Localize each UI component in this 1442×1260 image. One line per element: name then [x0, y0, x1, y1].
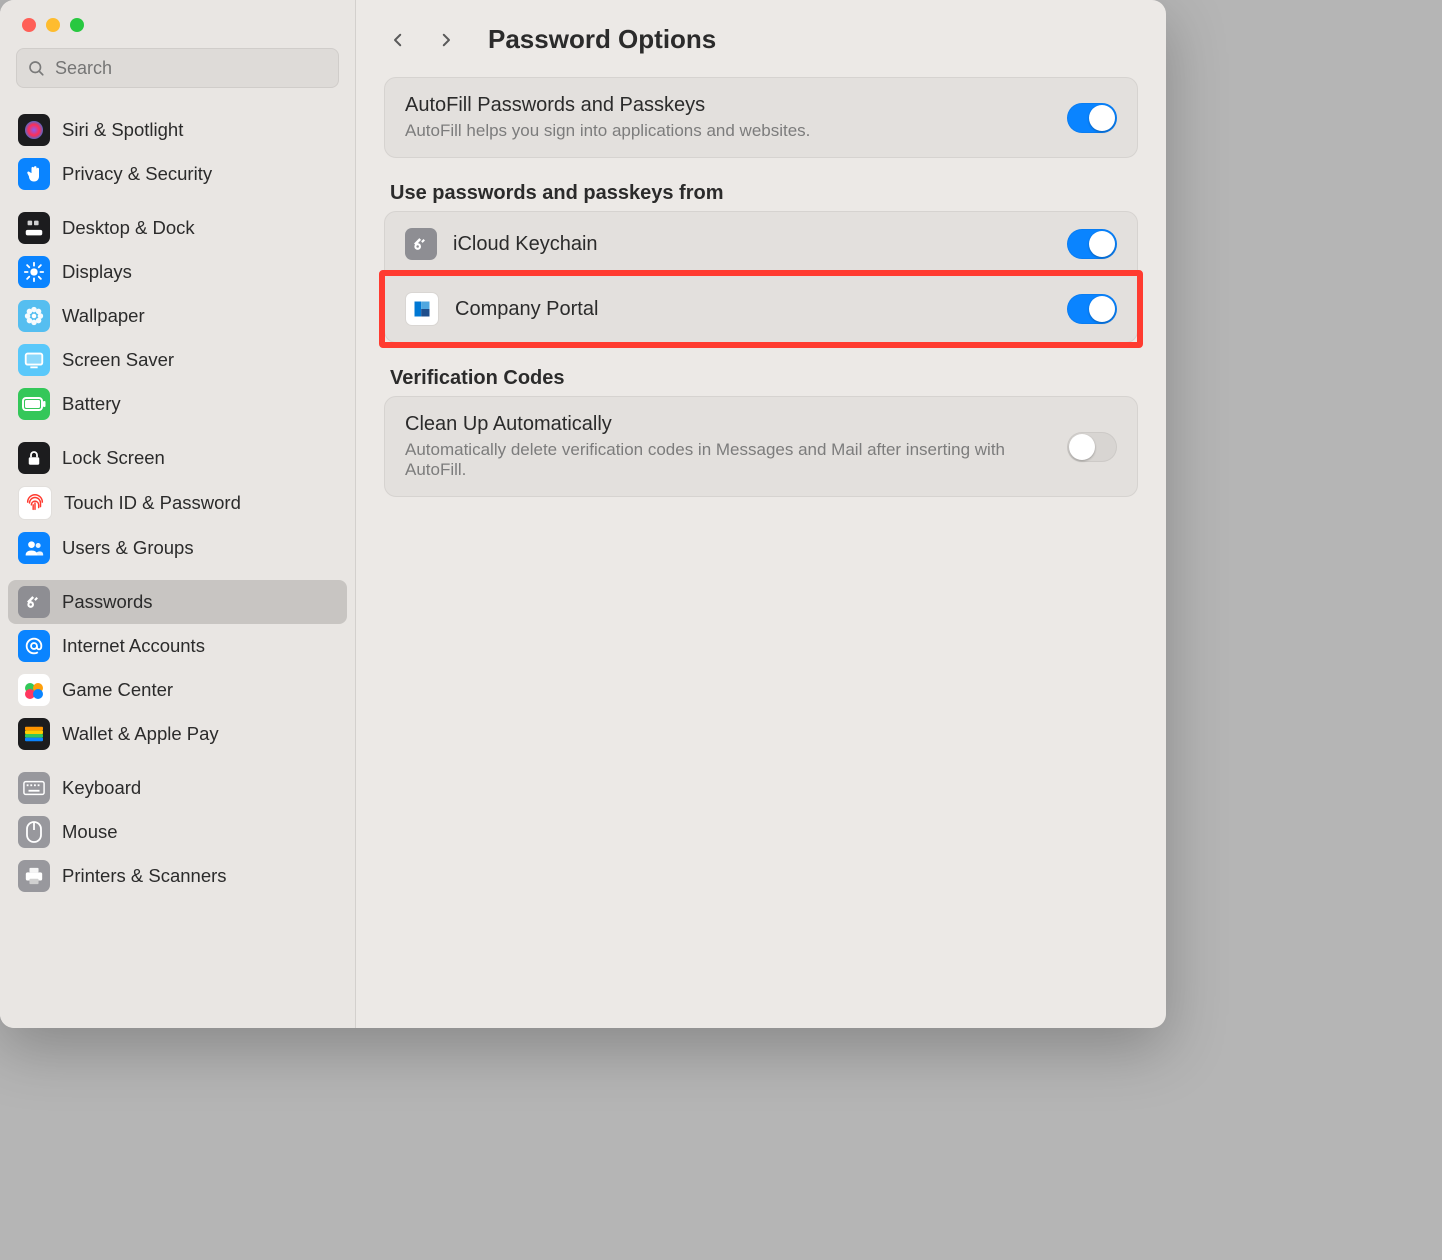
- verification-section-title: Verification Codes: [384, 367, 1138, 396]
- autofill-row: AutoFill Passwords and Passkeys AutoFill…: [385, 78, 1137, 157]
- sidebar-item-label: Printers & Scanners: [62, 865, 227, 887]
- sidebar-item-internet[interactable]: Internet Accounts: [8, 624, 347, 668]
- sidebar-item-label: Internet Accounts: [62, 635, 205, 657]
- providers-section-title: Use passwords and passkeys from: [384, 182, 1138, 211]
- sidebar-item-gamecenter[interactable]: Game Center: [8, 668, 347, 712]
- keyboard-icon: [18, 772, 50, 804]
- forward-button[interactable]: [432, 26, 460, 54]
- sidebar-item-label: Privacy & Security: [62, 163, 212, 185]
- sun-icon: [18, 256, 50, 288]
- companyportal-icon: [405, 292, 439, 326]
- sidebar-item-label: Passwords: [62, 591, 152, 613]
- sidebar-item-label: Desktop & Dock: [62, 217, 195, 239]
- sidebar-item-touchid[interactable]: Touch ID & Password: [8, 480, 347, 526]
- users-icon: [18, 532, 50, 564]
- autofill-card: AutoFill Passwords and Passkeys AutoFill…: [384, 77, 1138, 158]
- sidebar-item-label: Siri & Spotlight: [62, 119, 183, 141]
- window-controls: [0, 0, 355, 44]
- cleanup-row: Clean Up Automatically Automatically del…: [385, 397, 1137, 496]
- minimize-window-button[interactable]: [46, 18, 60, 32]
- sidebar-item-label: Lock Screen: [62, 447, 165, 469]
- sidebar-item-battery[interactable]: Battery: [8, 382, 347, 426]
- search-input[interactable]: [53, 57, 328, 80]
- fingerprint-icon: [18, 486, 52, 520]
- flower-icon: [18, 300, 50, 332]
- dock-icon: [18, 212, 50, 244]
- sidebar-item-label: Screen Saver: [62, 349, 174, 371]
- sidebar: Siri & Spotlight Privacy & Security Deskto…: [0, 0, 356, 1028]
- providers-card: iCloud Keychain Company Portal: [384, 211, 1138, 343]
- page-title: Password Options: [488, 24, 716, 55]
- provider-row-companyportal: Company Portal: [385, 276, 1137, 342]
- providers-section: Use passwords and passkeys from iCloud K…: [384, 182, 1138, 343]
- sidebar-item-label: Displays: [62, 261, 132, 283]
- provider-label: iCloud Keychain: [453, 233, 1051, 256]
- cleanup-title: Clean Up Automatically: [405, 413, 1051, 436]
- sidebar-item-label: Mouse: [62, 821, 118, 843]
- cleanup-description: Automatically delete verification codes …: [405, 440, 1051, 480]
- sidebar-item-passwords[interactable]: Passwords: [8, 580, 347, 624]
- content: Password Options AutoFill Passwords and …: [356, 0, 1166, 1028]
- sidebar-item-wallpaper[interactable]: Wallpaper: [8, 294, 347, 338]
- content-header: Password Options: [356, 0, 1166, 67]
- sidebar-item-privacy[interactable]: Privacy & Security: [8, 152, 347, 196]
- sidebar-item-label: Touch ID & Password: [64, 492, 241, 514]
- chevron-left-icon: [389, 27, 407, 53]
- sidebar-item-displays[interactable]: Displays: [8, 250, 347, 294]
- settings-window: Siri & Spotlight Privacy & Security Deskto…: [0, 0, 1166, 1028]
- autofill-title: AutoFill Passwords and Passkeys: [405, 94, 1051, 117]
- verification-section: Verification Codes Clean Up Automaticall…: [384, 367, 1138, 497]
- icloud-icon: [405, 228, 437, 260]
- key-icon: [18, 586, 50, 618]
- provider-toggle-companyportal[interactable]: [1067, 294, 1117, 324]
- autofill-description: AutoFill helps you sign into application…: [405, 121, 1051, 141]
- at-icon: [18, 630, 50, 662]
- game-icon: [18, 674, 50, 706]
- verification-card: Clean Up Automatically Automatically del…: [384, 396, 1138, 497]
- sidebar-item-desktop[interactable]: Desktop & Dock: [8, 206, 347, 250]
- siri-icon: [18, 114, 50, 146]
- wallet-icon: [18, 718, 50, 750]
- chevron-right-icon: [437, 27, 455, 53]
- close-window-button[interactable]: [22, 18, 36, 32]
- back-button[interactable]: [384, 26, 412, 54]
- sidebar-item-label: Wallet & Apple Pay: [62, 723, 219, 745]
- autofill-toggle[interactable]: [1067, 103, 1117, 133]
- sidebar-item-mouse[interactable]: Mouse: [8, 810, 347, 854]
- sidebar-item-printers[interactable]: Printers & Scanners: [8, 854, 347, 898]
- sidebar-item-siri[interactable]: Siri & Spotlight: [8, 108, 347, 152]
- search-field[interactable]: [16, 48, 339, 88]
- battery-icon: [18, 388, 50, 420]
- sidebar-item-label: Wallpaper: [62, 305, 145, 327]
- sidebar-item-screensaver[interactable]: Screen Saver: [8, 338, 347, 382]
- sidebar-item-label: Users & Groups: [62, 537, 194, 559]
- sidebar-item-wallet[interactable]: Wallet & Apple Pay: [8, 712, 347, 756]
- provider-label: Company Portal: [455, 298, 1051, 321]
- provider-row-icloud: iCloud Keychain: [385, 212, 1137, 276]
- highlighted-provider: Company Portal: [379, 270, 1143, 348]
- sidebar-item-label: Game Center: [62, 679, 173, 701]
- sidebar-item-keyboard[interactable]: Keyboard: [8, 766, 347, 810]
- mouse-icon: [18, 816, 50, 848]
- search-icon: [27, 59, 45, 77]
- sidebar-item-users[interactable]: Users & Groups: [8, 526, 347, 570]
- lock-icon: [18, 442, 50, 474]
- sidebar-item-label: Battery: [62, 393, 121, 415]
- screen-icon: [18, 344, 50, 376]
- cleanup-toggle[interactable]: [1067, 432, 1117, 462]
- provider-toggle-icloud[interactable]: [1067, 229, 1117, 259]
- fullscreen-window-button[interactable]: [70, 18, 84, 32]
- sidebar-item-label: Keyboard: [62, 777, 141, 799]
- sidebar-item-lockscreen[interactable]: Lock Screen: [8, 436, 347, 480]
- printer-icon: [18, 860, 50, 892]
- hand-icon: [18, 158, 50, 190]
